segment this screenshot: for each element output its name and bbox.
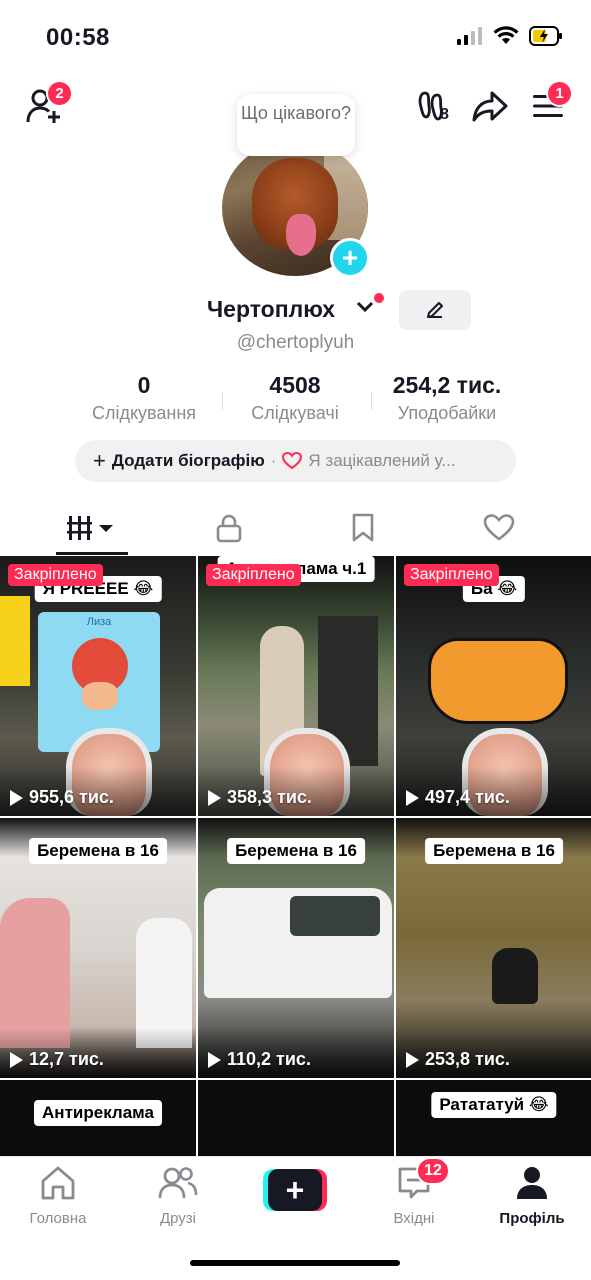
stat-following[interactable]: 0 Слідкування xyxy=(80,372,208,424)
add-friends-badge: 2 xyxy=(46,80,73,107)
friends-icon xyxy=(158,1167,198,1199)
share-icon xyxy=(472,91,508,122)
pinned-badge: Закріплено xyxy=(404,564,499,586)
chevron-down-icon[interactable] xyxy=(356,300,374,318)
video-caption: Ратататуй 😂 xyxy=(431,1092,557,1118)
nav-profile[interactable]: Профіль xyxy=(482,1165,582,1227)
video-caption: Антиреклама xyxy=(34,1100,162,1126)
video-tile[interactable]: Беремена в 16 110,2 тис. xyxy=(198,818,394,1078)
signal-icon xyxy=(457,27,483,50)
pencil-icon xyxy=(427,302,443,318)
bookmark-icon xyxy=(352,513,374,542)
nav-friends[interactable]: Друзі xyxy=(128,1165,228,1227)
play-icon xyxy=(10,1051,23,1068)
grid-videos-icon xyxy=(67,516,113,540)
video-caption: Беремена в 16 xyxy=(227,838,365,864)
stat-label: Слідкування xyxy=(91,403,197,423)
plus-icon: + xyxy=(268,1169,322,1211)
overlay-name: Лиза xyxy=(86,616,112,628)
view-count: 358,3 тис. xyxy=(208,787,312,808)
tab-videos[interactable] xyxy=(18,500,166,556)
heart-outline-icon xyxy=(282,452,303,470)
lock-icon xyxy=(216,514,242,543)
whats-new-bubble[interactable]: Що цікавого? xyxy=(237,94,355,156)
view-count: 12,7 тис. xyxy=(10,1049,104,1070)
bio-chip[interactable]: + Додати біографію · Я зацікавлений у... xyxy=(75,440,516,482)
video-tile[interactable]: Беремена в 16 12,7 тис. xyxy=(0,818,196,1078)
video-caption: Беремена в 16 xyxy=(29,838,167,864)
nav-label: Головна xyxy=(29,1210,87,1227)
profile-views-button[interactable]: 8 xyxy=(410,84,454,128)
status-time: 00:58 xyxy=(46,24,110,51)
bubble-text: Що цікавого? xyxy=(240,103,352,123)
separator-dot: · xyxy=(270,451,277,470)
menu-button[interactable]: 1 xyxy=(526,80,573,128)
tab-private[interactable] xyxy=(155,500,303,556)
stat-value: 254,2 тис. xyxy=(392,372,502,398)
footprints-count: 8 xyxy=(440,106,449,123)
tab-liked[interactable] xyxy=(425,500,573,556)
inbox-badge: 12 xyxy=(416,1157,450,1185)
profile-tabs xyxy=(0,500,591,556)
stats-row: 0 Слідкування 4508 Слідкувачі 254,2 тис.… xyxy=(0,372,591,428)
interests-link[interactable]: Я зацікавлений у... xyxy=(308,451,455,471)
status-bar: 00:58 xyxy=(0,0,591,76)
plus-icon: + xyxy=(341,242,359,273)
video-caption: Беремена в 16 xyxy=(425,838,563,864)
pinned-badge: Закріплено xyxy=(8,564,103,586)
play-icon xyxy=(208,789,221,806)
create-button[interactable]: + xyxy=(263,1169,327,1211)
stat-value: 4508 xyxy=(269,372,321,398)
plus-icon: + xyxy=(93,448,106,473)
stat-likes[interactable]: 254,2 тис. Уподобайки xyxy=(376,372,518,424)
view-count: 253,8 тис. xyxy=(406,1049,510,1070)
tab-saved[interactable] xyxy=(289,500,437,556)
play-icon xyxy=(10,789,23,806)
notification-dot xyxy=(374,293,384,303)
video-tile[interactable]: Антиреклама ч.1 Закріплено 358,3 тис. xyxy=(198,556,394,816)
stat-value: 0 xyxy=(137,372,151,398)
home-indicator xyxy=(190,1260,400,1266)
nav-label: Профіль xyxy=(499,1210,565,1227)
video-tile[interactable]: Беремена в 16 253,8 тис. xyxy=(396,818,591,1078)
divider xyxy=(222,392,223,410)
video-grid: Лиза Я PREEEE 😂 Закріплено 955,6 тис. Ан… xyxy=(0,556,591,1156)
view-count: 497,4 тис. xyxy=(406,787,510,808)
name-row: Чертоплюх xyxy=(0,290,591,330)
play-icon xyxy=(406,789,419,806)
video-tile[interactable]: Ба 😂 Закріплено 497,4 тис. xyxy=(396,556,591,816)
nav-inbox[interactable]: 12 Вхідні xyxy=(364,1157,464,1227)
video-tile[interactable]: Антиреклама xyxy=(0,1080,196,1156)
username: @chertoplyuh xyxy=(236,332,355,353)
profile-name[interactable]: Чертоплюх xyxy=(207,296,335,323)
battery-charging-icon xyxy=(529,26,563,51)
status-icons xyxy=(457,26,563,51)
divider xyxy=(371,392,372,410)
share-profile-button[interactable] xyxy=(468,84,512,128)
edit-profile-button[interactable] xyxy=(399,290,471,330)
menu-badge: 1 xyxy=(546,80,573,107)
wifi-icon xyxy=(493,26,519,51)
nav-label: Вхідні xyxy=(393,1210,435,1227)
home-icon xyxy=(41,1166,75,1200)
add-bio-link[interactable]: Додати біографію xyxy=(112,451,265,471)
add-friends-button[interactable]: 2 xyxy=(22,80,73,128)
pinned-badge: Закріплено xyxy=(206,564,301,586)
view-count: 955,6 тис. xyxy=(10,787,114,808)
add-story-button[interactable]: + xyxy=(330,238,370,278)
view-count: 110,2 тис. xyxy=(208,1049,311,1070)
nav-label: Друзі xyxy=(159,1210,197,1227)
stat-label: Уподобайки xyxy=(397,403,497,423)
active-tab-indicator xyxy=(56,552,128,555)
heart-icon xyxy=(483,514,515,541)
stat-label: Слідкувачі xyxy=(251,403,339,423)
profile-icon xyxy=(517,1167,547,1199)
play-icon xyxy=(208,1051,221,1068)
stat-followers[interactable]: 4508 Слідкувачі xyxy=(232,372,358,424)
play-icon xyxy=(406,1051,419,1068)
video-tile[interactable]: Лиза Я PREEEE 😂 Закріплено 955,6 тис. xyxy=(0,556,196,816)
video-tile[interactable]: Ратататуй 😂 xyxy=(396,1080,591,1156)
video-tile[interactable] xyxy=(198,1080,394,1156)
nav-home[interactable]: Головна xyxy=(8,1165,108,1227)
